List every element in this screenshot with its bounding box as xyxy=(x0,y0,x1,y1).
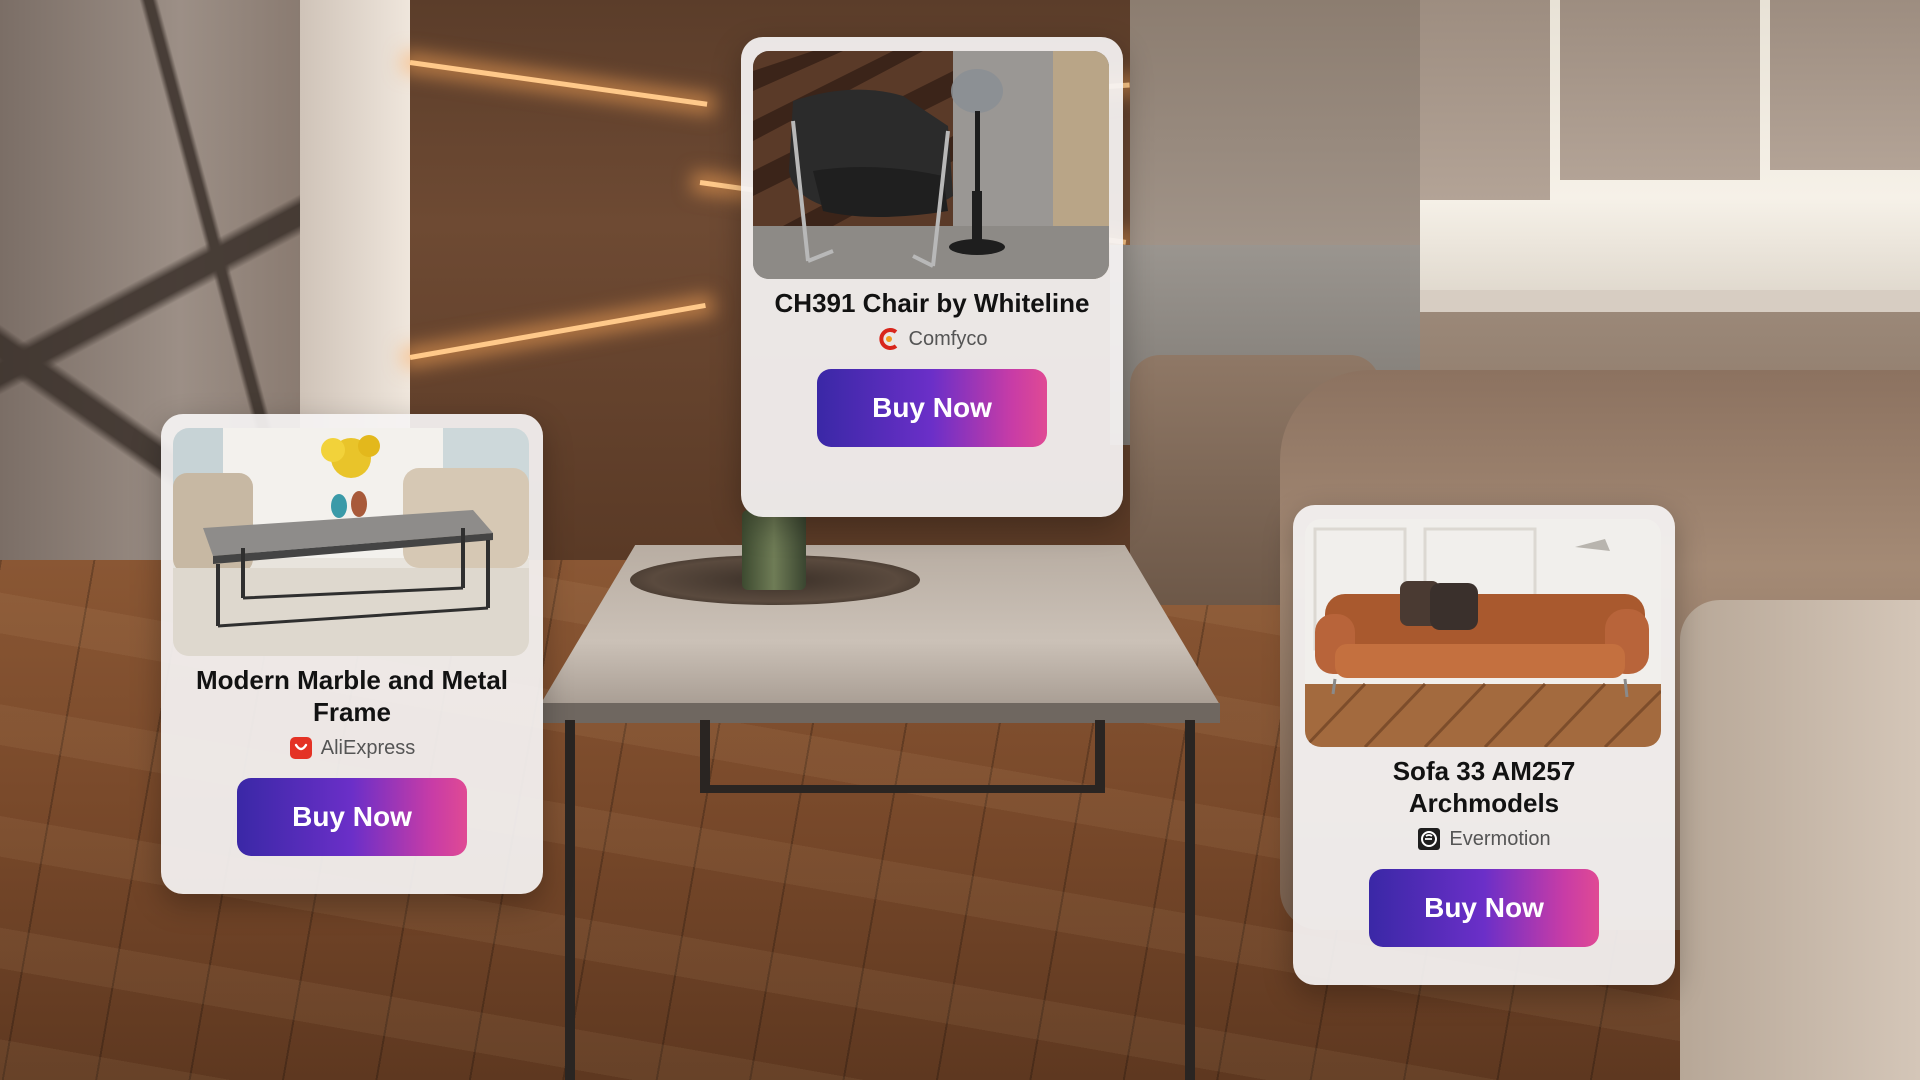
product-title: Modern Marble and Metal Frame xyxy=(195,665,509,727)
table-bar xyxy=(700,785,1105,793)
product-title: Sofa 33 AM257 Archmodels xyxy=(1392,756,1576,818)
door-panel xyxy=(300,0,410,430)
product-image-chair[interactable] xyxy=(753,51,1109,279)
store-info: AliExpress xyxy=(173,736,531,760)
product-card-table: Modern Marble and Metal Frame AliExpress… xyxy=(161,414,543,894)
table-leg xyxy=(700,720,710,790)
product-image-table[interactable] xyxy=(173,428,529,656)
decorative-vase xyxy=(742,510,806,590)
table-leg xyxy=(1185,720,1195,1080)
comfyco-logo-icon xyxy=(877,327,901,351)
buy-now-button[interactable]: Buy Now xyxy=(817,369,1047,447)
aliexpress-logo-icon xyxy=(289,736,313,760)
window-blind xyxy=(1770,0,1920,170)
store-info: Evermotion xyxy=(1305,827,1663,851)
product-title: CH391 Chair by Whiteline xyxy=(774,288,1090,318)
buy-now-button[interactable]: Buy Now xyxy=(237,778,467,856)
coffee-table-edge xyxy=(540,703,1220,723)
product-card-sofa: Sofa 33 AM257 Archmodels Evermotion Buy … xyxy=(1293,505,1675,985)
sofa-armrest xyxy=(1680,600,1920,1080)
window xyxy=(1420,0,1920,330)
table-leg xyxy=(1095,720,1105,790)
store-name[interactable]: AliExpress xyxy=(321,737,415,760)
store-info: Comfyco xyxy=(753,327,1111,351)
store-name[interactable]: Evermotion xyxy=(1449,828,1550,851)
window-blind xyxy=(1420,0,1550,200)
table-leg xyxy=(565,720,575,1080)
product-image-sofa[interactable] xyxy=(1305,519,1661,747)
buy-now-button[interactable]: Buy Now xyxy=(1369,869,1599,947)
window-blind xyxy=(1560,0,1760,180)
evermotion-logo-icon xyxy=(1417,827,1441,851)
window-sill xyxy=(1420,290,1920,312)
product-card-chair: CH391 Chair by Whiteline Comfyco Buy Now xyxy=(741,37,1123,517)
store-name[interactable]: Comfyco xyxy=(909,328,988,351)
